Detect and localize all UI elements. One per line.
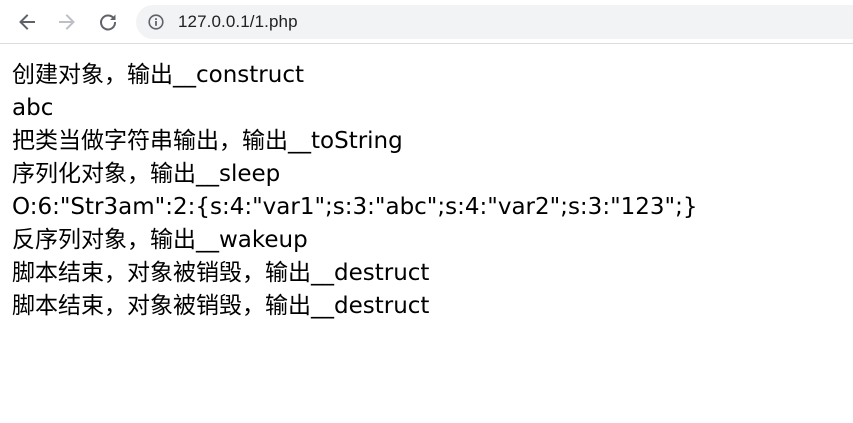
output-line: 反序列对象，输出__wakeup: [12, 227, 308, 253]
forward-arrow-icon: [59, 14, 75, 30]
output-line: 脚本结束，对象被销毁，输出__destruct: [12, 293, 430, 319]
output-line: 脚本结束，对象被销毁，输出__destruct: [12, 260, 430, 286]
browser-toolbar: 127.0.0.1/1.php: [0, 0, 853, 44]
output-line: 把类当做字符串输出，输出__toString: [12, 128, 403, 154]
reload-icon: [100, 14, 117, 31]
output-line: abc: [12, 95, 54, 121]
output-line: 序列化对象，输出__sleep: [12, 161, 281, 187]
reload-button[interactable]: [93, 7, 123, 37]
url-text[interactable]: 127.0.0.1/1.php: [178, 12, 298, 32]
back-button[interactable]: [12, 7, 42, 37]
forward-button[interactable]: [52, 7, 82, 37]
back-arrow-icon: [19, 14, 35, 30]
address-bar[interactable]: 127.0.0.1/1.php: [136, 5, 853, 39]
page-content: 创建对象，输出__construct abc 把类当做字符串输出，输出__toS…: [12, 59, 698, 323]
output-line: 创建对象，输出__construct: [12, 62, 304, 88]
info-icon[interactable]: [148, 14, 164, 30]
serialized-output-line: O:6:"Str3am":2:{s:4:"var1";s:3:"abc";s:4…: [12, 194, 698, 220]
